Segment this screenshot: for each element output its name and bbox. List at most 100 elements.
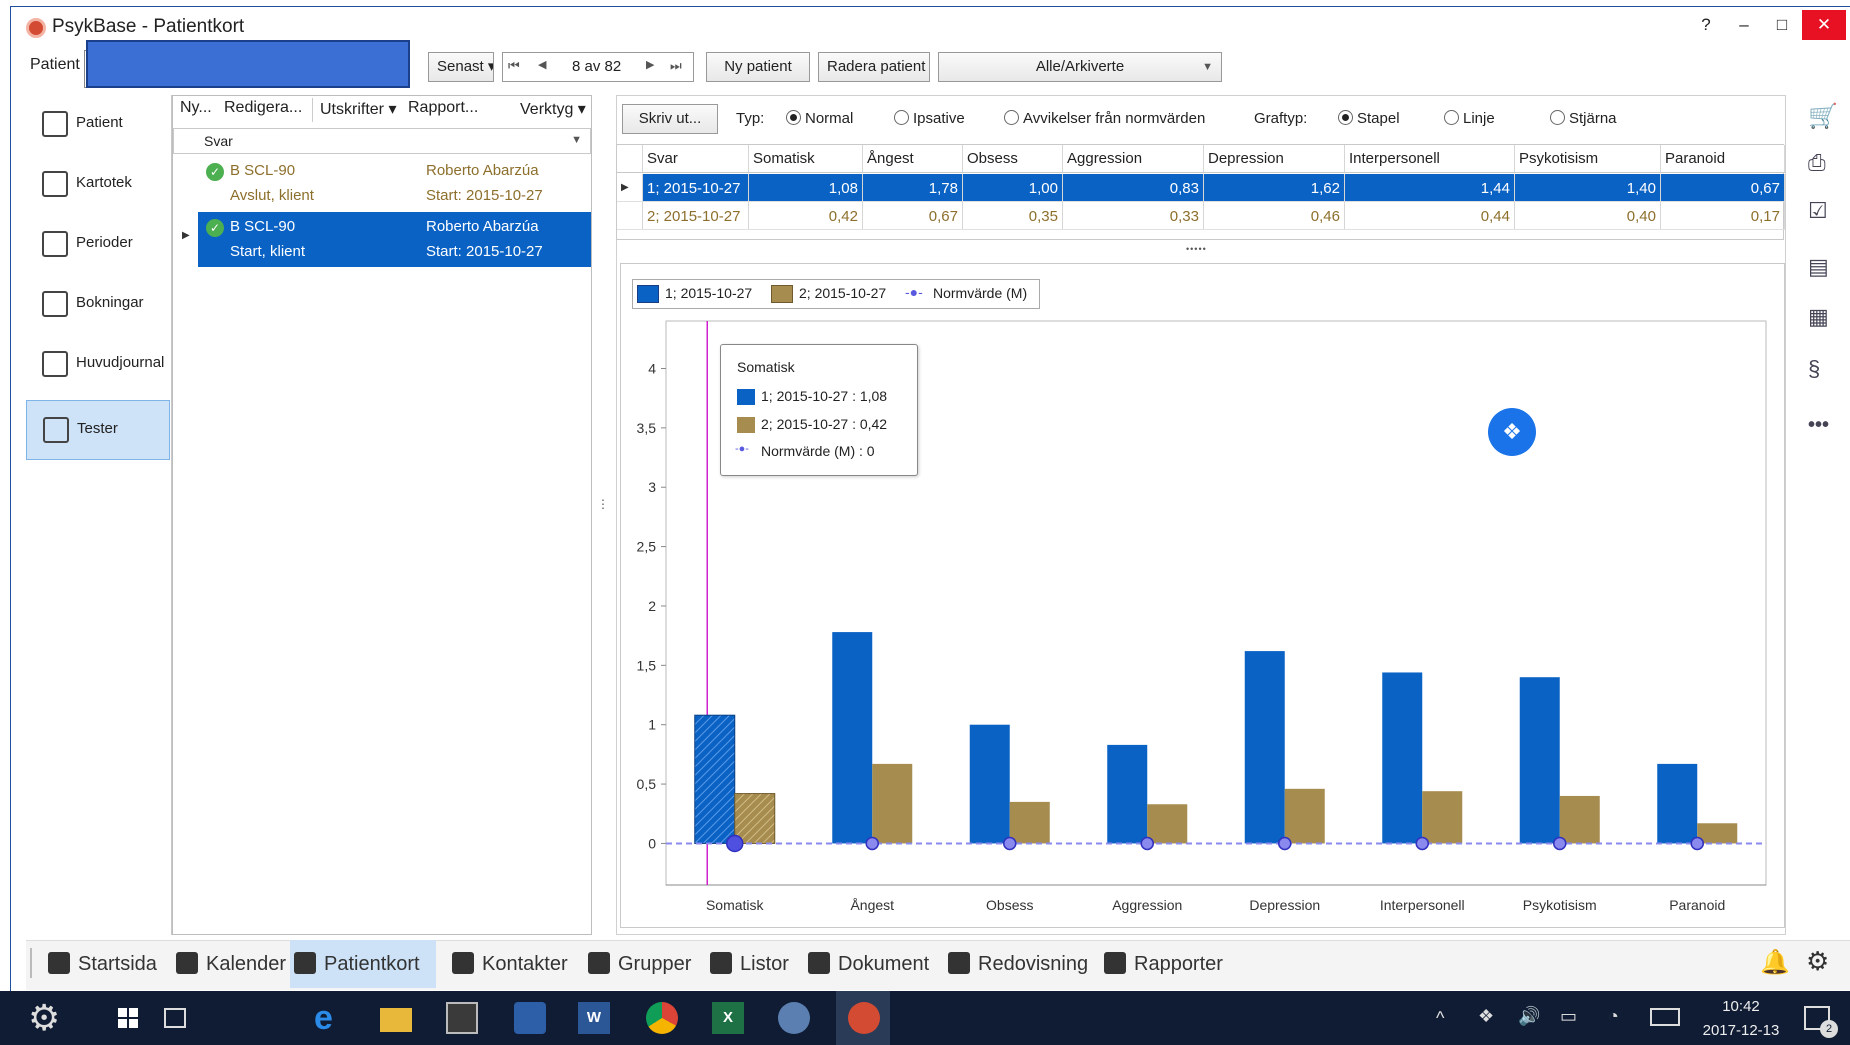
menu-print[interactable]: Utskrifter ▾ [320,99,396,119]
bar-series2[interactable] [1422,791,1463,844]
bar-series2[interactable] [1559,795,1600,844]
psykbase-taskbar-item[interactable] [836,991,890,1045]
printer-icon[interactable]: ⎙ [1808,150,1836,176]
bar-series1[interactable] [1519,677,1560,844]
table-header-cell[interactable]: Svar [643,145,749,172]
menu-new[interactable]: Ny... [180,99,212,117]
bottom-nav-rapporter[interactable]: Rapporter [1100,940,1230,988]
bottom-nav-kontakter[interactable]: Kontakter [448,940,574,988]
word-icon[interactable]: W [578,1002,610,1034]
norm-point[interactable] [726,834,744,853]
print-button[interactable]: Skriv ut... [622,104,718,134]
bar-series1[interactable] [1657,763,1698,844]
norm-point[interactable] [1690,836,1704,851]
menu-report[interactable]: Rapport... [408,99,478,117]
graph-type-option-2[interactable]: Stjärna [1550,110,1617,127]
maximize-button[interactable]: □ [1760,10,1804,40]
table-row[interactable]: 2; 2015-10-27 0,42 0,67 0,35 0,33 0,46 0,44 0,4… [617,202,1785,230]
tray-chevron-icon[interactable]: ^ [1436,1008,1444,1029]
table-header-cell[interactable]: Aggression [1063,145,1204,172]
norm-point[interactable] [1553,836,1567,851]
nav-item-kartotek[interactable]: Kartotek [26,155,170,215]
table-row[interactable]: ▶ 1; 2015-10-27 1,08 1,78 1,00 0,83 1,62 1,44 1,… [617,174,1785,202]
table-header-cell[interactable]: Ångest [863,145,963,172]
bar-series1[interactable] [832,632,873,844]
bell-icon[interactable]: 🔔 [1760,948,1790,977]
graph-type-option-1[interactable]: Linje [1444,110,1495,127]
wifi-icon[interactable]: ◔ [1608,1006,1619,1027]
next-record-button[interactable]: ▶ [646,58,654,71]
norm-point[interactable] [1140,836,1154,851]
volume-icon[interactable]: 🔊 [1518,1006,1540,1027]
norm-point[interactable] [1003,836,1017,851]
bar-series1[interactable] [969,724,1010,844]
last-record-button[interactable]: ⏭ [670,58,682,74]
bottom-nav-startsida[interactable]: Startsida [44,940,166,988]
dropbox-icon[interactable]: ❖ [1488,408,1536,456]
store-icon[interactable] [446,1002,478,1034]
excel-icon[interactable]: X [712,1002,744,1034]
bottom-nav-listor[interactable]: Listor [706,940,794,988]
type-option-1[interactable]: Ipsative [894,110,965,127]
recent-dropdown[interactable]: Senast ▾ [428,52,494,82]
table-header-cell[interactable]: Psykotisism [1515,145,1661,172]
test-list-row[interactable]: ✓ B SCL-90 Roberto Abarzúa Avslut, klient St… [198,156,591,211]
column-filter-icon[interactable]: ▼ [571,134,582,146]
bar-series2[interactable] [1284,788,1325,844]
menu-edit[interactable]: Redigera... [224,99,302,117]
splitter-handle[interactable]: ••••• [1186,244,1207,254]
bar-series2[interactable] [734,793,776,844]
calendar-clock-icon[interactable]: ▦ [1808,304,1836,330]
bar-series2[interactable] [1147,804,1188,844]
delete-patient-button[interactable]: Radera patient [818,52,930,82]
settings-gear-icon[interactable]: ⚙ [28,998,60,1038]
graph-type-option-0[interactable]: Stapel [1338,110,1400,127]
type-option-2[interactable]: Avvikelser från normvärden [1004,110,1205,127]
nav-item-bokningar[interactable]: Bokningar [26,275,170,335]
norm-point[interactable] [1415,836,1429,851]
file-explorer-icon[interactable] [380,1008,412,1032]
table-header-cell[interactable]: Obsess [963,145,1063,172]
id-card-icon[interactable]: ▤ [1808,254,1836,280]
cart-icon[interactable]: 🛒 [1808,102,1838,130]
clock-time[interactable]: 10:42 [1698,998,1784,1015]
settings-gear-icon[interactable]: ⚙ [1806,946,1829,977]
bottom-nav-kalender[interactable]: Kalender [172,940,286,988]
app-globe-icon[interactable] [778,1002,810,1034]
nav-item-patient[interactable]: Patient [26,95,170,155]
menu-tools[interactable]: Verktyg ▾ [520,99,586,119]
bar-series2[interactable] [872,763,913,844]
table-header-cell[interactable]: Somatisk [749,145,863,172]
norm-point[interactable] [865,836,879,851]
close-button[interactable]: ✕ [1802,10,1846,40]
table-header-cell[interactable]: Interpersonell [1345,145,1515,172]
bar-series1[interactable] [1382,672,1423,844]
calendar-check-icon[interactable]: ☑ [1808,198,1836,224]
archive-filter-select[interactable]: Alle/Arkiverte ▼ [938,52,1222,82]
bottom-nav-patientkort[interactable]: Patientkort [290,940,436,988]
bar-series1[interactable] [1107,744,1148,844]
clock-date[interactable]: 2017-12-13 [1698,1022,1784,1039]
app-shortcut-icon[interactable] [514,1002,546,1034]
type-option-0[interactable]: Normal [786,110,853,127]
task-view-icon[interactable] [164,1008,186,1028]
battery-icon[interactable]: ▭ [1560,1006,1577,1027]
table-header-cell[interactable]: Paranoid [1661,145,1785,172]
caduceus-icon[interactable]: § [1808,356,1836,382]
prev-record-button[interactable]: ◀ [538,58,546,71]
more-icon[interactable]: ••• [1808,414,1836,440]
first-record-button[interactable]: ⏮ [508,58,520,74]
bottom-nav-grupper[interactable]: Grupper [584,940,696,988]
tray-dropbox-icon[interactable]: ❖ [1478,1006,1494,1027]
notification-center-icon[interactable]: 2 [1804,1006,1838,1038]
bottom-nav-dokument[interactable]: Dokument [804,940,934,988]
windows-start-icon[interactable] [118,1008,138,1028]
norm-point[interactable] [1278,836,1292,851]
bar-series1[interactable] [1244,651,1285,844]
bar-series1[interactable] [694,714,736,844]
bar-series2[interactable] [1009,801,1050,844]
chrome-icon[interactable] [646,1002,678,1034]
bottom-nav-redovisning[interactable]: Redovisning [944,940,1094,988]
test-list-row[interactable]: ✓ B SCL-90 Roberto Abarzúa Start, klient Sta… [198,212,591,267]
keyboard-icon[interactable] [1650,1008,1680,1026]
